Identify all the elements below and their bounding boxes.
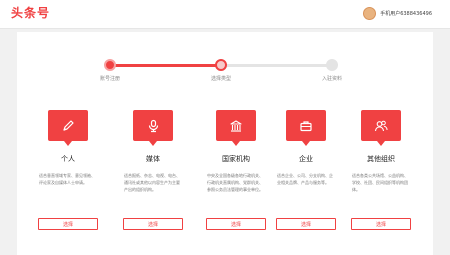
select-button-personal[interactable]: 选择	[38, 218, 98, 230]
account-type-card-other-org: 其他组织 适合各类公共场馆、公益机构、学校、社团、民间组织等机构团体。 选择	[349, 110, 413, 255]
progress-line-done	[110, 64, 221, 67]
user-menu[interactable]: 手机用户6388436496	[363, 6, 432, 20]
avatar[interactable]	[363, 6, 377, 20]
account-type-card-government: 国家机构 中央及全国各级各地行政机关、行政机关直属机构、党群机关、参照公务员法管…	[204, 110, 268, 255]
step-label-register: 账号注册	[99, 76, 120, 82]
step-dot-select-type	[215, 59, 227, 71]
step-dot-register	[104, 59, 116, 71]
account-type-card-enterprise: 企业 适合企业、公司、分支机构、企业相关品牌、产品与服务等。 选择	[274, 110, 338, 255]
select-button-enterprise[interactable]: 选择	[276, 218, 336, 230]
step-dot-profile	[326, 59, 338, 71]
select-button-government[interactable]: 选择	[206, 218, 266, 230]
card-description: 适合企业、公司、分支机构、企业相关品牌、产品与服务等。	[277, 173, 333, 185]
card-description: 中央及全国各级各地行政机关、行政机关直属机构、党群机关、参照公务员法管理的事业单…	[207, 173, 263, 192]
progress-line-todo	[221, 64, 332, 67]
people-icon	[361, 110, 401, 146]
card-title: 其他组织	[367, 155, 395, 163]
select-button-other-org[interactable]: 选择	[351, 218, 411, 230]
card-description: 适合垂直领域专家、意见领袖、评论家及自媒体人士申请。	[39, 173, 95, 185]
building-icon	[216, 110, 256, 146]
card-title: 国家机构	[222, 155, 250, 163]
step-label-select-type: 选择类型	[210, 76, 231, 82]
pen-icon	[48, 110, 88, 146]
account-type-card-personal: 个人 适合垂直领域专家、意见领袖、评论家及自媒体人士申请。 选择	[36, 110, 100, 255]
progress-steps: 账号注册 选择类型 入驻资料	[17, 32, 433, 92]
card-title: 个人	[61, 155, 75, 163]
card-title: 企业	[299, 155, 313, 163]
top-bar: 头条号 手机用户6388436496	[0, 0, 450, 29]
mic-icon	[133, 110, 173, 146]
card-title: 媒体	[146, 155, 160, 163]
main-panel: 账号注册 选择类型 入驻资料 个人 适合垂直领域专家、意见领袖、评论家及自媒体人…	[17, 32, 433, 255]
account-type-card-media: 媒体 适合报纸、杂志、电视、电台、通讯社或其他以内容生产为主要产出的组织机构。 …	[121, 110, 185, 255]
step-label-profile: 入驻资料	[321, 76, 342, 82]
card-description: 适合各类公共场馆、公益机构、学校、社团、民间组织等机构团体。	[352, 173, 408, 192]
logo[interactable]: 头条号	[11, 4, 50, 21]
select-button-media[interactable]: 选择	[123, 218, 183, 230]
username[interactable]: 手机用户6388436496	[380, 10, 432, 17]
card-description: 适合报纸、杂志、电视、电台、通讯社或其他以内容生产为主要产出的组织机构。	[124, 173, 180, 192]
briefcase-icon	[286, 110, 326, 146]
